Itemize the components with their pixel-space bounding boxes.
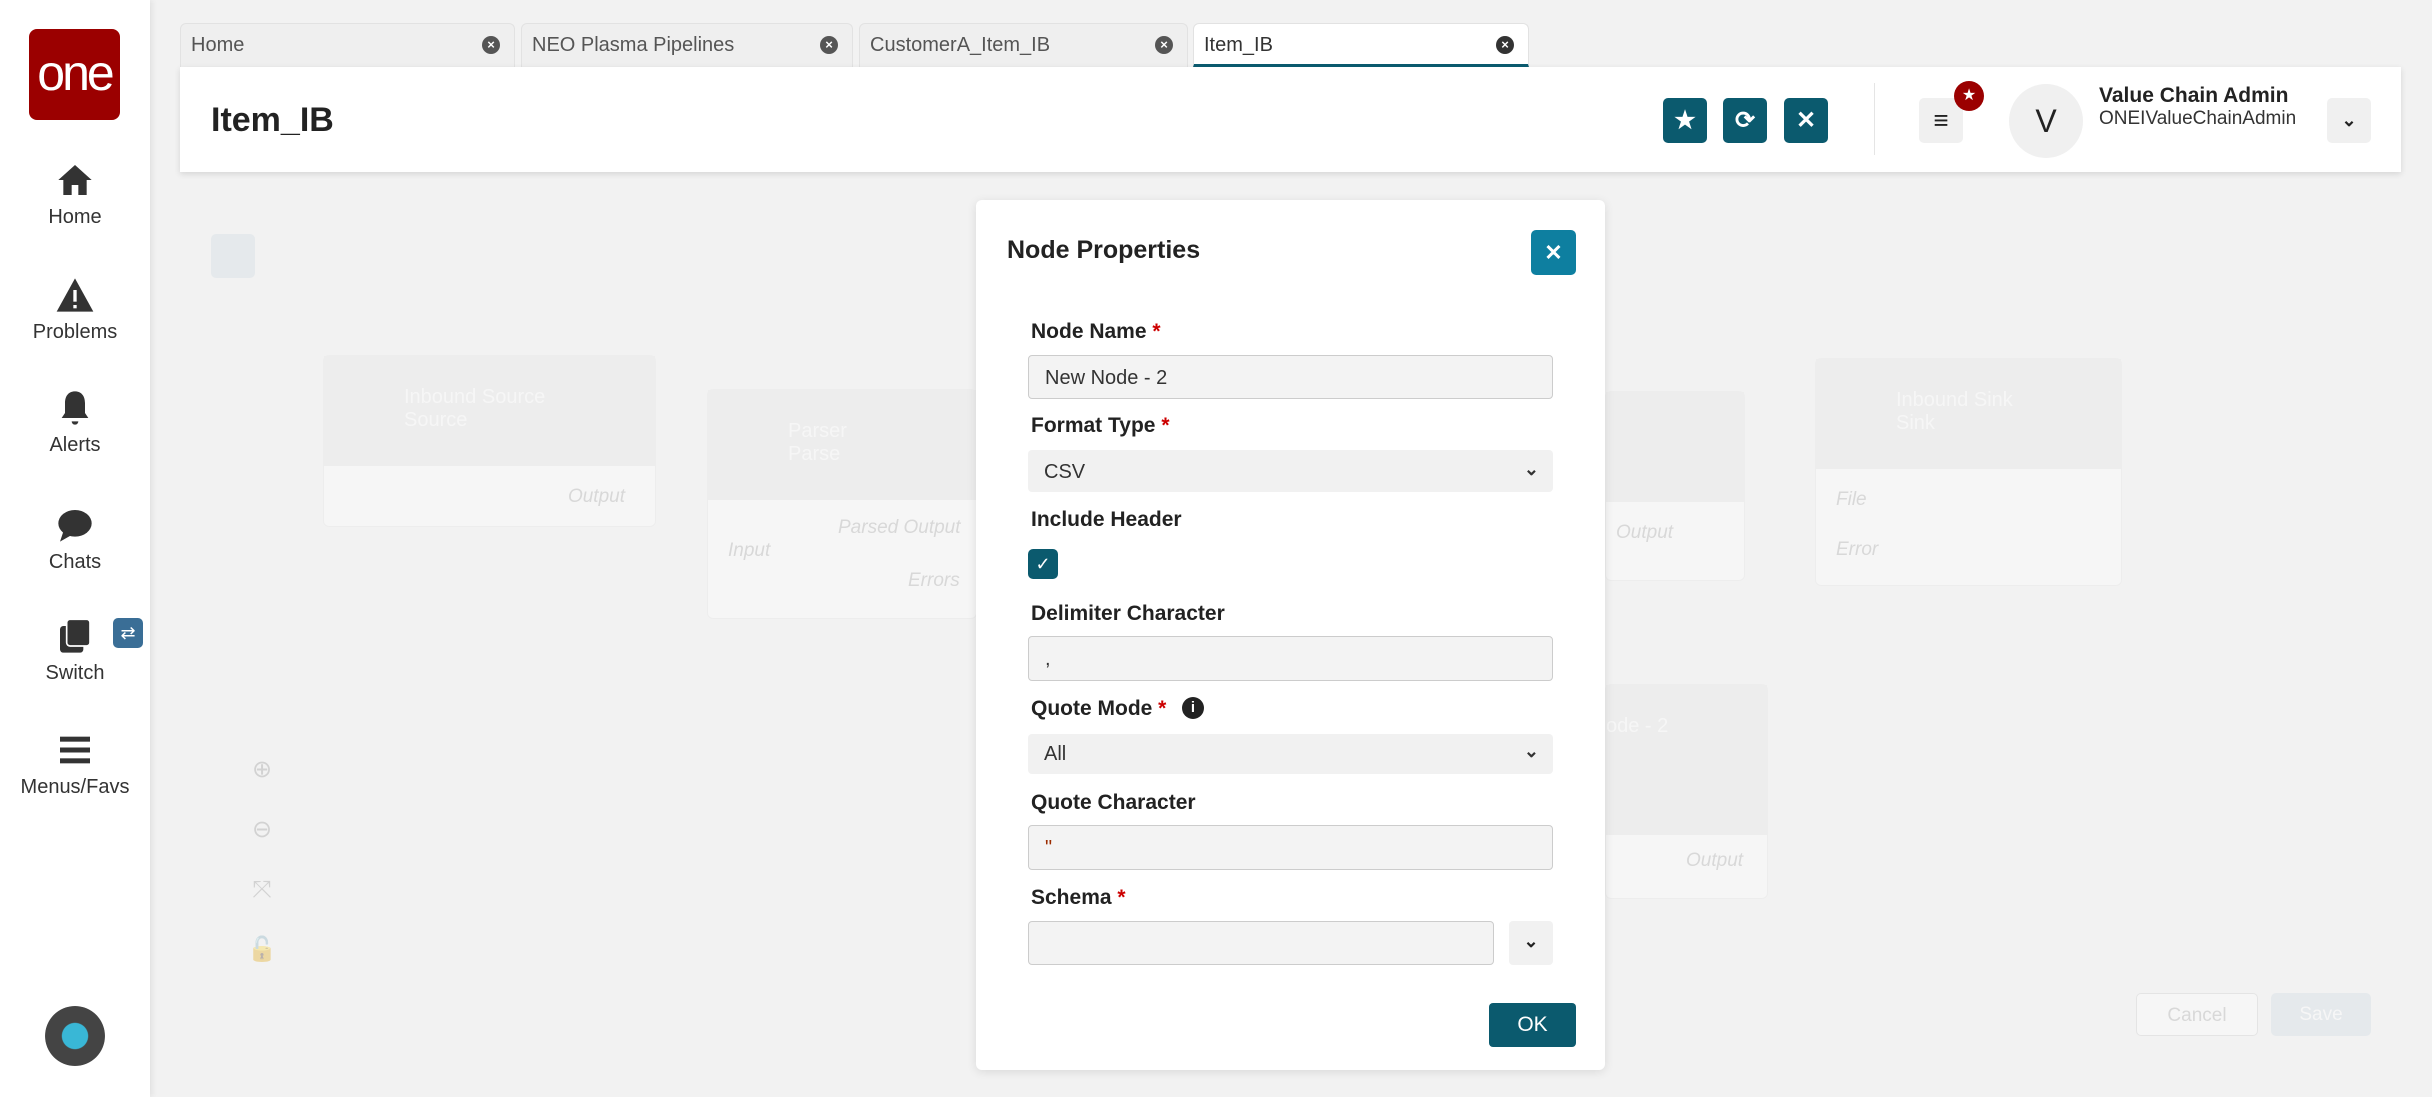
sidebar-item-label: Chats	[48, 551, 102, 573]
include-header-label: Include Header	[1031, 508, 1182, 531]
menu-icon: ≡	[1933, 105, 1949, 135]
tab-home[interactable]: Home ×	[180, 23, 515, 67]
node-title: ode - 2	[1606, 715, 1669, 737]
sidebar-item-menus[interactable]: Menus/Favs	[0, 730, 150, 799]
tab-neo-plasma-pipelines[interactable]: NEO Plasma Pipelines ×	[521, 23, 853, 67]
close-icon: ✕	[1795, 107, 1817, 134]
sidebar: one Home Problems Alerts Chats Switch ⇄ …	[0, 0, 150, 1097]
port-label: Output	[1686, 850, 1744, 871]
quote-character-label: Quote Character	[1031, 791, 1196, 814]
node-new-node-2[interactable]: ode - 2 Output	[1605, 684, 1768, 899]
node-partial[interactable]: Output	[1605, 391, 1745, 581]
port-label: Parsed Output	[838, 517, 961, 538]
close-tab-icon[interactable]: ×	[1496, 36, 1514, 54]
node-name-input[interactable]: New Node - 2	[1028, 355, 1553, 399]
zoom-controls[interactable]: ⊕ ⊖ ⤧ 🔓	[240, 740, 284, 963]
tab-label: CustomerA_Item_IB	[870, 34, 1051, 56]
sidebar-item-label: Problems	[32, 321, 118, 343]
tab-customera-item-ib[interactable]: CustomerA_Item_IB ×	[859, 23, 1188, 67]
warning-icon	[56, 278, 94, 312]
schema-input[interactable]	[1028, 921, 1494, 965]
node-name-label: Node Name *	[1031, 320, 1161, 343]
favorite-button[interactable]: ★	[1663, 98, 1707, 143]
tab-item-ib[interactable]: Item_IB ×	[1193, 23, 1529, 67]
delimiter-input[interactable]: ,	[1028, 636, 1553, 681]
node-title: Inbound Source	[404, 386, 546, 408]
user-id: ONEIValueChainAdmin	[2099, 108, 2297, 129]
node-inbound-sink[interactable]: Inbound Sink Sink File Error	[1815, 358, 2122, 586]
modal-title: Node Properties	[1007, 236, 1201, 264]
node-subtitle: Source	[404, 409, 468, 431]
schema-dropdown-button[interactable]: ⌄	[1509, 921, 1553, 965]
ok-button[interactable]: OK	[1489, 1003, 1576, 1047]
page-title: Item_IB	[211, 101, 334, 139]
refresh-button[interactable]: ⟳	[1723, 98, 1767, 143]
switch-arrows-icon[interactable]: ⇄	[113, 618, 143, 648]
user-menu-chevron-button[interactable]: ⌄	[2327, 98, 2371, 143]
close-tab-icon[interactable]: ×	[482, 36, 500, 54]
port-label: Error	[1836, 539, 1879, 560]
sidebar-item-label: Home	[48, 206, 102, 228]
close-tab-icon[interactable]: ×	[820, 36, 838, 54]
sidebar-item-home[interactable]: Home	[0, 160, 150, 229]
bell-icon	[61, 391, 89, 425]
delimiter-label: Delimiter Character	[1031, 602, 1225, 625]
tab-label: Item_IB	[1204, 34, 1273, 56]
close-icon: ✕	[1544, 240, 1563, 265]
quote-mode-label: Quote Mode *	[1031, 697, 1167, 720]
node-parser[interactable]: Parser Parse Input Parsed Output Errors	[707, 389, 977, 619]
sidebar-item-alerts[interactable]: Alerts	[0, 388, 150, 457]
port-label: Output	[567, 486, 625, 507]
check-icon: ✓	[1035, 554, 1051, 574]
switch-icon	[60, 618, 91, 653]
info-icon[interactable]: i	[1182, 697, 1204, 719]
close-page-button[interactable]: ✕	[1784, 98, 1828, 143]
include-header-checkbox[interactable]: ✓	[1028, 549, 1058, 579]
tab-label: Home	[191, 34, 245, 56]
sidebar-item-label: Menus/Favs	[20, 776, 130, 798]
format-type-label: Format Type *	[1031, 414, 1170, 437]
tab-label: NEO Plasma Pipelines	[532, 34, 735, 56]
sidebar-item-chats[interactable]: Chats	[0, 505, 150, 574]
chevron-down-icon: ⌄	[1523, 741, 1539, 761]
modal-close-button[interactable]: ✕	[1531, 230, 1576, 275]
chevron-down-icon: ⌄	[2341, 110, 2357, 130]
page-header: Item_IB ★ ⟳ ✕ ≡ ★ V Value Chain Admin ON…	[180, 67, 2401, 172]
node-title: Inbound Sink	[1896, 389, 2013, 411]
node-subtitle: Sink	[1896, 412, 1935, 434]
menu-icon	[60, 736, 90, 764]
quote-character-input[interactable]: "	[1028, 825, 1553, 870]
star-icon: ★	[1674, 107, 1696, 134]
sidebar-item-problems[interactable]: Problems	[0, 275, 150, 344]
list-toggle-button[interactable]	[211, 234, 255, 278]
port-label: Input	[728, 540, 771, 561]
avatar[interactable]: V	[2009, 84, 2083, 158]
node-title: Parser	[788, 420, 847, 442]
quote-mode-select[interactable]: All ⌄	[1028, 734, 1553, 774]
home-icon	[58, 165, 92, 195]
divider	[1874, 83, 1875, 155]
assistant-avatar-icon[interactable]	[45, 1006, 105, 1066]
chevron-down-icon: ⌄	[1523, 931, 1539, 951]
sidebar-item-label: Alerts	[49, 434, 101, 456]
cancel-button[interactable]: Cancel	[2136, 993, 2258, 1036]
one-logo[interactable]: one	[29, 29, 120, 120]
schema-label: Schema *	[1031, 886, 1126, 909]
port-label: Output	[1616, 522, 1674, 543]
close-tab-icon[interactable]: ×	[1155, 36, 1173, 54]
chevron-down-icon: ⌄	[1523, 459, 1539, 479]
chat-icon	[58, 510, 92, 542]
save-button[interactable]: Save	[2271, 993, 2371, 1036]
favorites-badge-icon[interactable]: ★	[1954, 81, 1984, 111]
user-name: Value Chain Admin	[2099, 84, 2289, 107]
node-inbound-source[interactable]: Inbound Source Source Output	[323, 355, 656, 527]
format-type-select[interactable]: CSV ⌄	[1028, 450, 1553, 492]
sidebar-item-label: Switch	[45, 662, 105, 684]
port-label: File	[1836, 489, 1867, 510]
refresh-icon: ⟳	[1734, 107, 1756, 134]
node-subtitle: Parse	[788, 443, 841, 465]
port-label: Errors	[908, 570, 960, 591]
